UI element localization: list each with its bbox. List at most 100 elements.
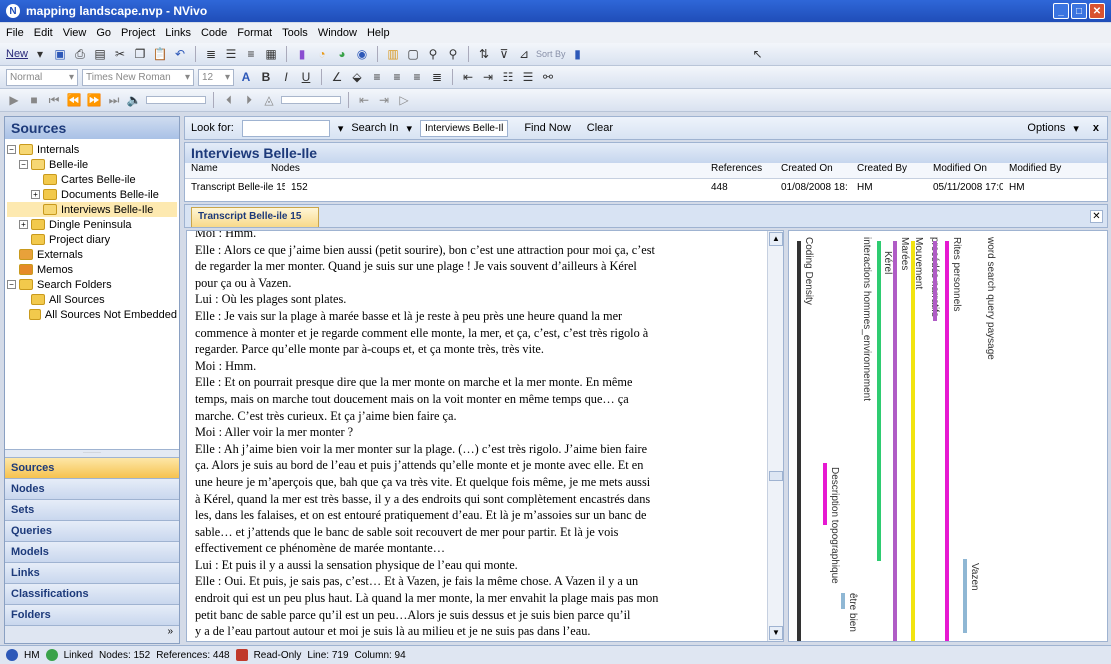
indent-icon[interactable]: ⇥ <box>480 69 496 85</box>
query-icon[interactable]: ◕ <box>334 46 350 62</box>
coding-stripe-label[interactable]: Rites personnels <box>951 237 962 311</box>
coding-stripe-label[interactable]: word search query paysage <box>985 237 996 360</box>
style-select[interactable]: Normal ▾ <box>6 68 78 86</box>
nav-links-button[interactable]: Links <box>5 562 179 583</box>
scroll-up-icon[interactable]: ▲ <box>769 232 783 246</box>
options-dropdown-icon[interactable]: ▾ <box>1073 122 1079 135</box>
tree-item[interactable]: − Internals <box>7 142 177 157</box>
line-color-icon[interactable]: ∠ <box>329 69 345 85</box>
fill-color-icon[interactable]: ⬙ <box>349 69 365 85</box>
coding-stripe-bar[interactable] <box>841 593 845 609</box>
coding-stripe-label[interactable]: interactions hommes_environnement <box>861 237 872 401</box>
mark-icon[interactable]: ⇤ <box>356 92 372 108</box>
tree-item[interactable]: + Documents Belle-ile <box>7 187 177 202</box>
sort-icon[interactable]: ⇅ <box>476 46 492 62</box>
menu-file[interactable]: File <box>6 27 24 39</box>
bookmark-icon[interactable]: ⊿ <box>516 46 532 62</box>
tree-item[interactable]: + Dingle Peninsula <box>7 217 177 232</box>
coding-stripe-bar[interactable] <box>963 559 967 633</box>
chart-icon[interactable]: ▮ <box>294 46 310 62</box>
scroll-thumb[interactable] <box>769 471 783 481</box>
underline-icon[interactable]: U <box>298 69 314 85</box>
column-header-modified-by[interactable]: Modified By <box>1003 163 1063 178</box>
coding-stripe-label[interactable]: Vazen <box>969 563 980 591</box>
column-header-created-by[interactable]: Created By <box>851 163 927 178</box>
speed-icon[interactable]: ◬ <box>261 92 277 108</box>
nav-overflow-icon[interactable]: » <box>5 625 179 643</box>
coding-stripe-bar[interactable] <box>945 241 949 641</box>
nav-models-button[interactable]: Models <box>5 541 179 562</box>
search-in-target[interactable]: Interviews Belle-Il <box>419 119 509 137</box>
menu-go[interactable]: Go <box>96 27 111 39</box>
menu-window[interactable]: Window <box>318 27 357 39</box>
column-header-name[interactable]: Name <box>185 163 265 178</box>
table-row[interactable]: Transcript Belle-ile 15 152 448 01/08/20… <box>185 179 1107 195</box>
copy-icon[interactable]: ❐ <box>132 46 148 62</box>
menu-edit[interactable]: Edit <box>34 27 53 39</box>
paste-icon[interactable]: 📋 <box>152 46 168 62</box>
new-button[interactable]: New <box>6 48 28 60</box>
collapse-icon[interactable]: − <box>19 160 28 169</box>
column-header-created-on[interactable]: Created On <box>775 163 851 178</box>
start-selection-icon[interactable]: ⏴ <box>221 92 237 108</box>
mark-end-icon[interactable]: ⇥ <box>376 92 392 108</box>
layout-icon[interactable]: ▥ <box>385 46 401 62</box>
clear-button[interactable]: Clear <box>587 122 613 134</box>
document-scrollbar[interactable]: ▲ ▼ <box>767 231 783 641</box>
tree-item[interactable]: Cartes Belle-ile <box>7 172 177 187</box>
tree-item[interactable]: − Search Folders <box>7 277 177 292</box>
column-header-references[interactable]: References <box>705 163 775 178</box>
print-icon[interactable]: ⎙ <box>72 46 88 62</box>
bold-icon[interactable]: B <box>258 69 274 85</box>
nav-splitter[interactable]: ········· <box>5 449 179 457</box>
outdent-icon[interactable]: ⇤ <box>460 69 476 85</box>
menu-tools[interactable]: Tools <box>282 27 308 39</box>
expand-icon[interactable]: + <box>19 220 28 229</box>
font-name-select[interactable]: Times New Roman ▾ <box>82 68 194 86</box>
tree-item[interactable]: Project diary <box>7 232 177 247</box>
coding-stripe-label[interactable]: Coding Density <box>803 237 814 305</box>
window-icon[interactable]: ▢ <box>405 46 421 62</box>
playback-slider[interactable] <box>146 96 206 104</box>
play-icon[interactable]: ▶ <box>6 92 22 108</box>
column-header-modified-on[interactable]: Modified On <box>927 163 1003 178</box>
coding-stripe-label[interactable]: Marées <box>899 237 910 270</box>
collapse-icon[interactable]: − <box>7 280 16 289</box>
properties-icon[interactable]: ▦ <box>263 46 279 62</box>
menu-links[interactable]: Links <box>165 27 191 39</box>
nav-nodes-button[interactable]: Nodes <box>5 478 179 499</box>
dropdown-arrow-icon[interactable]: ▾ <box>32 46 48 62</box>
align-right-icon[interactable]: ≡ <box>409 69 425 85</box>
node-icon[interactable]: ◉ <box>354 46 370 62</box>
coding-stripe-bar[interactable] <box>911 241 915 641</box>
end-selection-icon[interactable]: ⏵ <box>241 92 257 108</box>
bullets-icon[interactable]: ☷ <box>500 69 516 85</box>
tab-transcript[interactable]: Transcript Belle-ile 15 <box>191 207 319 227</box>
menu-format[interactable]: Format <box>237 27 272 39</box>
tree-item[interactable]: Externals <box>7 247 177 262</box>
options-button[interactable]: Options <box>1027 122 1065 134</box>
justify-icon[interactable]: ≣ <box>429 69 445 85</box>
list-view-icon[interactable]: ≣ <box>203 46 219 62</box>
undo-icon[interactable]: ↶ <box>172 46 188 62</box>
tree-item[interactable]: Interviews Belle-Ile <box>7 202 177 217</box>
coding-stripe-label[interactable]: Description topographique <box>829 467 840 584</box>
binoculars-icon[interactable]: ⚯ <box>540 69 556 85</box>
search-in-button[interactable]: Search In <box>351 122 398 134</box>
sort-by-button[interactable]: Sort By <box>536 49 566 59</box>
maximize-button[interactable]: □ <box>1071 3 1087 19</box>
search-in-dropdown-icon[interactable]: ▾ <box>406 122 412 135</box>
italic-icon[interactable]: I <box>278 69 294 85</box>
nav-folders-button[interactable]: Folders <box>5 604 179 625</box>
look-for-dropdown-icon[interactable]: ▾ <box>338 122 344 135</box>
nav-sets-button[interactable]: Sets <box>5 499 179 520</box>
menu-help[interactable]: Help <box>367 27 390 39</box>
scroll-down-icon[interactable]: ▼ <box>769 626 783 640</box>
close-find-button[interactable]: x <box>1093 122 1099 134</box>
tree-item[interactable]: Memos <box>7 262 177 277</box>
coding-stripe-bar[interactable] <box>933 241 937 321</box>
detail-view-icon[interactable]: ☰ <box>223 46 239 62</box>
fast-forward-icon[interactable]: ⏩ <box>86 92 102 108</box>
align-left-icon[interactable]: ≡ <box>369 69 385 85</box>
nav-sources-button[interactable]: Sources <box>5 457 179 478</box>
